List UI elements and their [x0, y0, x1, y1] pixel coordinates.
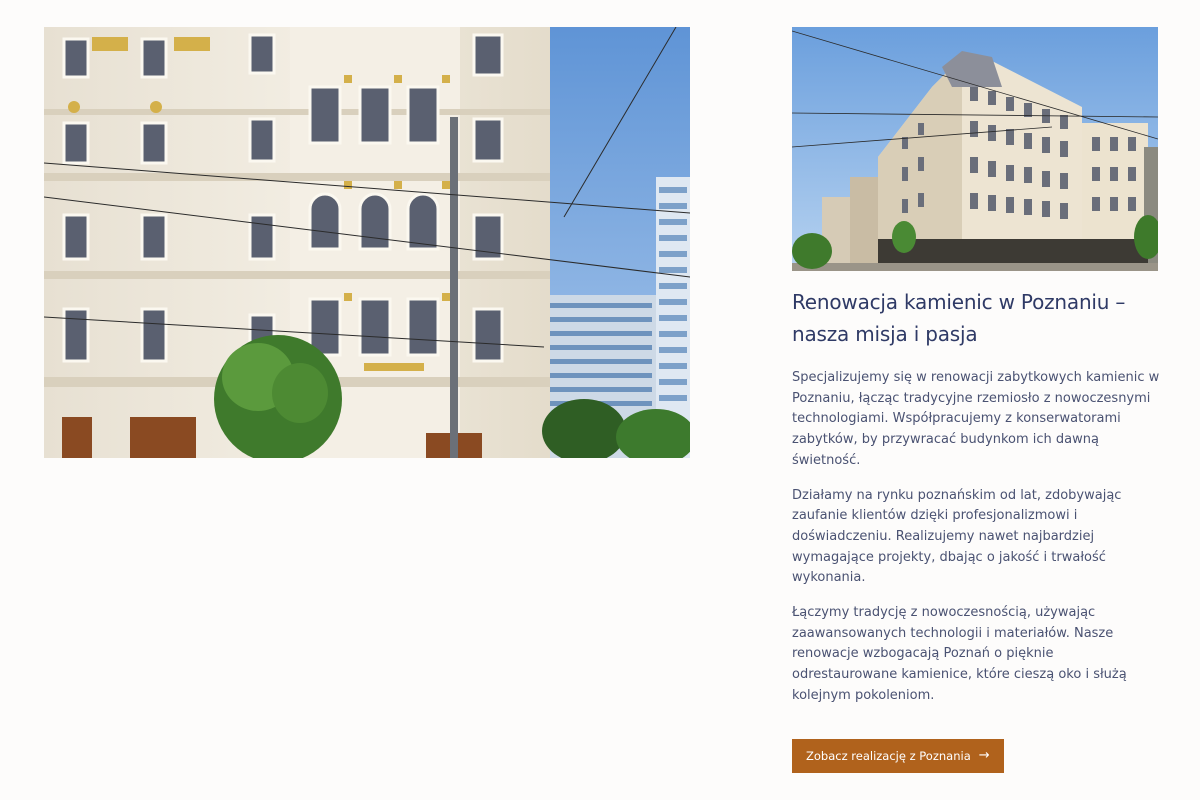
- cta-label: Zobacz realizację z Poznania: [806, 748, 971, 763]
- paragraph-tradition: Łączymy tradycję z nowoczesnością, używa…: [792, 605, 1127, 703]
- section-heading: Renowacja kamienic w Poznaniu – nasza mi…: [792, 290, 1126, 346]
- see-poznan-projects-button[interactable]: Zobacz realizację z Poznania →: [792, 738, 1004, 773]
- renovation-section: Renowacja kamienic w Poznaniu – nasza mi…: [792, 286, 1162, 773]
- secondary-building-photo: [792, 27, 1158, 271]
- arrow-right-icon: →: [978, 748, 990, 764]
- street-illustration: [792, 27, 1158, 271]
- paragraph-specialization: Specjalizujemy się w renowacji zabytkowy…: [792, 370, 1160, 468]
- main-building-photo: [44, 27, 690, 458]
- facade-illustration: [44, 27, 690, 458]
- paragraph-experience: Działamy na rynku poznańskim od lat, zdo…: [792, 487, 1122, 586]
